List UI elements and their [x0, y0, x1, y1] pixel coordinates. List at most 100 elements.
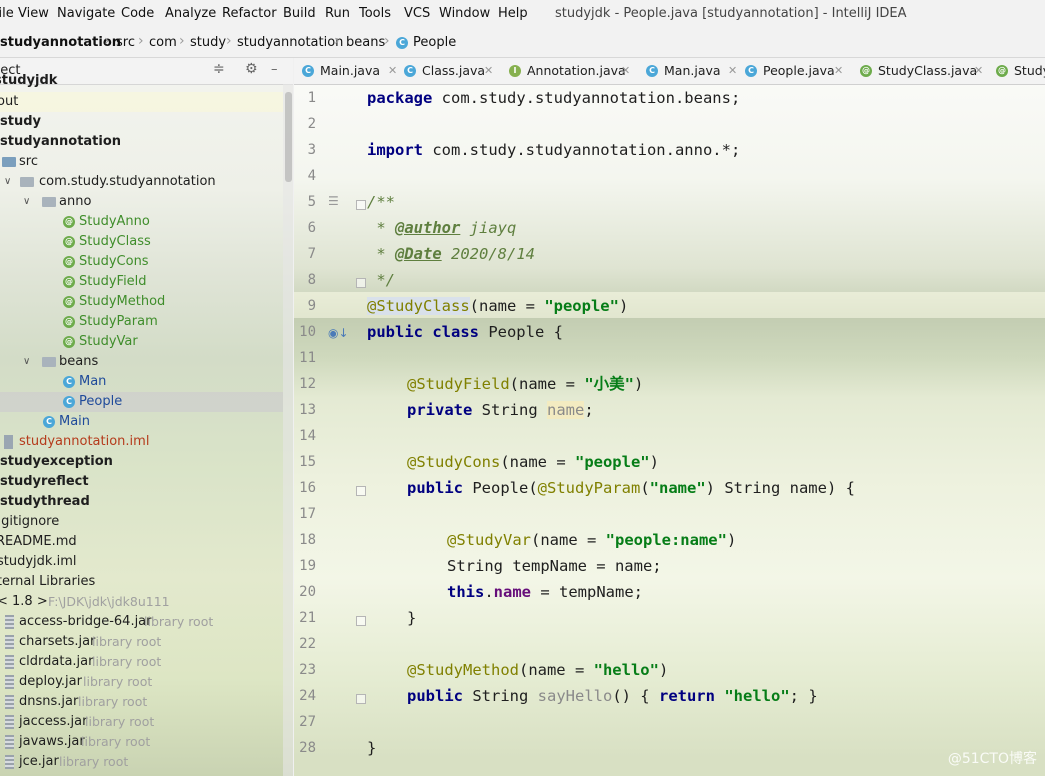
code-line-7[interactable]: * @Date 2020/8/14	[367, 241, 535, 267]
tree-item-external-libraries[interactable]: External Libraries	[0, 572, 283, 592]
code-line-1[interactable]: package com.study.studyannotation.beans;	[367, 85, 740, 111]
tree-item-main[interactable]: C Main	[0, 412, 283, 432]
breadcrumb-src[interactable]: src	[116, 35, 135, 50]
code-line-13[interactable]: private String name;	[407, 397, 594, 423]
breadcrumb-study[interactable]: study	[190, 35, 226, 50]
menu-run[interactable]: Run	[325, 6, 350, 21]
code-line-23[interactable]: @StudyMethod(name = "hello")	[407, 657, 668, 683]
tree-item-studycons[interactable]: @ StudyCons	[0, 252, 283, 272]
menu-build[interactable]: Build	[283, 6, 316, 21]
breadcrumb-com[interactable]: com	[149, 35, 177, 50]
breadcrumb-people[interactable]: People	[413, 35, 456, 50]
tree-item-studyparam[interactable]: @ StudyParam	[0, 312, 283, 332]
close-icon[interactable]: ✕	[484, 58, 493, 84]
scrollbar-thumb[interactable]	[285, 92, 292, 182]
line-number: 28	[299, 740, 316, 756]
line-number: 7	[307, 246, 316, 262]
breadcrumb-beans[interactable]: beans	[346, 35, 385, 50]
close-icon[interactable]: ✕	[974, 58, 983, 84]
tree-item-studyreflect[interactable]: studyreflect	[0, 472, 283, 492]
code-line-15[interactable]: @StudyCons(name = "people")	[407, 449, 659, 475]
chevron-down-icon[interactable]: ∨	[23, 352, 30, 372]
close-icon[interactable]: ✕	[621, 58, 630, 84]
menu-view[interactable]: View	[18, 6, 49, 21]
tree-item-out[interactable]: out	[0, 92, 283, 112]
fold-icon[interactable]	[356, 694, 366, 704]
tree-item-jdk[interactable]: < 1.8 > F:\JDK\jdk\jdk8u111	[0, 592, 283, 612]
code-line-5[interactable]: /**	[367, 189, 395, 215]
fold-icon[interactable]	[356, 200, 366, 210]
fold-icon[interactable]	[356, 278, 366, 288]
code-line-28[interactable]: }	[367, 735, 376, 761]
code-editor[interactable]: C Main.java ✕ C Class.java ✕ I Annotatio…	[294, 58, 1045, 776]
tree-item-readme[interactable]: README.md	[0, 532, 283, 552]
code-line-12[interactable]: @StudyField(name = "小美")	[407, 371, 643, 397]
menu-file[interactable]: File	[0, 6, 14, 21]
menu-tools[interactable]: Tools	[359, 6, 391, 21]
menu-navigate[interactable]: Navigate	[57, 6, 115, 21]
tree-item-anno[interactable]: ∨ anno	[0, 192, 283, 212]
menu-window[interactable]: Window	[439, 6, 490, 21]
menu-analyze[interactable]: Analyze	[165, 6, 216, 21]
tree-item-gitignore[interactable]: .gitignore	[0, 512, 283, 532]
tree-item-studyvar[interactable]: @ StudyVar	[0, 332, 283, 352]
run-gutter-icon[interactable]: ◉↓	[328, 326, 349, 340]
line-number: 24	[299, 688, 316, 704]
code-line-16[interactable]: public People(@StudyParam("name") String…	[407, 475, 855, 501]
tree-item-studyanno[interactable]: @ StudyAnno	[0, 212, 283, 232]
tree-item-package[interactable]: ∨ com.study.studyannotation	[0, 172, 283, 192]
tree-item-studyjdk-iml[interactable]: studyjdk.iml	[0, 552, 283, 572]
menu-help[interactable]: Help	[498, 6, 528, 21]
tree-item-man[interactable]: C Man	[0, 372, 283, 392]
fold-icon[interactable]	[356, 616, 366, 626]
implementation-marker-icon[interactable]: ☰	[328, 194, 339, 208]
collapse-all-icon[interactable]: ≑	[213, 61, 225, 77]
tree-item-jar[interactable]: deploy.jar library root	[0, 672, 283, 692]
tab-label: People.java	[763, 63, 835, 78]
hide-icon[interactable]: –	[271, 62, 278, 77]
code-line-19[interactable]: String tempName = name;	[447, 553, 662, 579]
code-line-6[interactable]: * @author jiayq	[367, 215, 516, 241]
tree-item-studyfield[interactable]: @ StudyField	[0, 272, 283, 292]
annotation: @StudyVar	[447, 531, 531, 549]
close-icon[interactable]: ✕	[728, 58, 737, 84]
tree-item-studyclass[interactable]: @ StudyClass	[0, 232, 283, 252]
fold-icon[interactable]	[356, 486, 366, 496]
project-scrollbar[interactable]	[283, 84, 293, 776]
tree-item-jar[interactable]: jce.jar library root	[0, 752, 283, 772]
tree-item-jar[interactable]: access-bridge-64.jar library root	[0, 612, 283, 632]
chevron-down-icon[interactable]: ∨	[4, 172, 11, 192]
code-line-24[interactable]: public String sayHello() { return "hello…	[407, 683, 818, 709]
code-line-10[interactable]: public class People {	[367, 319, 563, 345]
breadcrumb-studyannotation[interactable]: studyannotation	[0, 35, 121, 50]
tree-item-studyannotation[interactable]: studyannotation	[0, 132, 283, 152]
code-line-9[interactable]: @StudyClass(name = "people")	[367, 293, 628, 319]
close-icon[interactable]: ✕	[388, 58, 397, 84]
tree-item-iml[interactable]: studyannotation.iml	[0, 432, 283, 452]
tree-item-jar[interactable]: cldrdata.jar library root	[0, 652, 283, 672]
import-name: com.study.studyannotation.anno.*;	[423, 141, 741, 159]
menu-vcs[interactable]: VCS	[404, 6, 430, 21]
tree-item-jar[interactable]: charsets.jar library root	[0, 632, 283, 652]
tree-item-study[interactable]: study	[0, 112, 283, 132]
tree-item-src[interactable]: src	[0, 152, 283, 172]
menu-refactor[interactable]: Refactor	[222, 6, 277, 21]
code-line-20[interactable]: this.name = tempName;	[447, 579, 643, 605]
code-line-3[interactable]: import com.study.studyannotation.anno.*;	[367, 137, 740, 163]
close-icon[interactable]: ✕	[834, 58, 843, 84]
tree-item-studymethod[interactable]: @ StudyMethod	[0, 292, 283, 312]
tree-item-studyexception[interactable]: studyexception	[0, 452, 283, 472]
code-line-21[interactable]: }	[407, 605, 416, 631]
tree-item-beans[interactable]: ∨ beans	[0, 352, 283, 372]
tree-item-jar[interactable]: dnsns.jar library root	[0, 692, 283, 712]
tree-item-jar[interactable]: javaws.jar library root	[0, 732, 283, 752]
code-line-18[interactable]: @StudyVar(name = "people:name")	[447, 527, 736, 553]
tree-item-jar[interactable]: jaccess.jar library root	[0, 712, 283, 732]
menu-code[interactable]: Code	[121, 6, 154, 21]
tree-item-studythread[interactable]: studythread	[0, 492, 283, 512]
tree-item-people[interactable]: C People	[0, 392, 283, 412]
chevron-down-icon[interactable]: ∨	[23, 192, 30, 212]
gear-icon[interactable]: ⚙	[245, 61, 258, 77]
code-line-8[interactable]: */	[367, 267, 395, 293]
breadcrumb-package[interactable]: studyannotation	[237, 35, 343, 50]
